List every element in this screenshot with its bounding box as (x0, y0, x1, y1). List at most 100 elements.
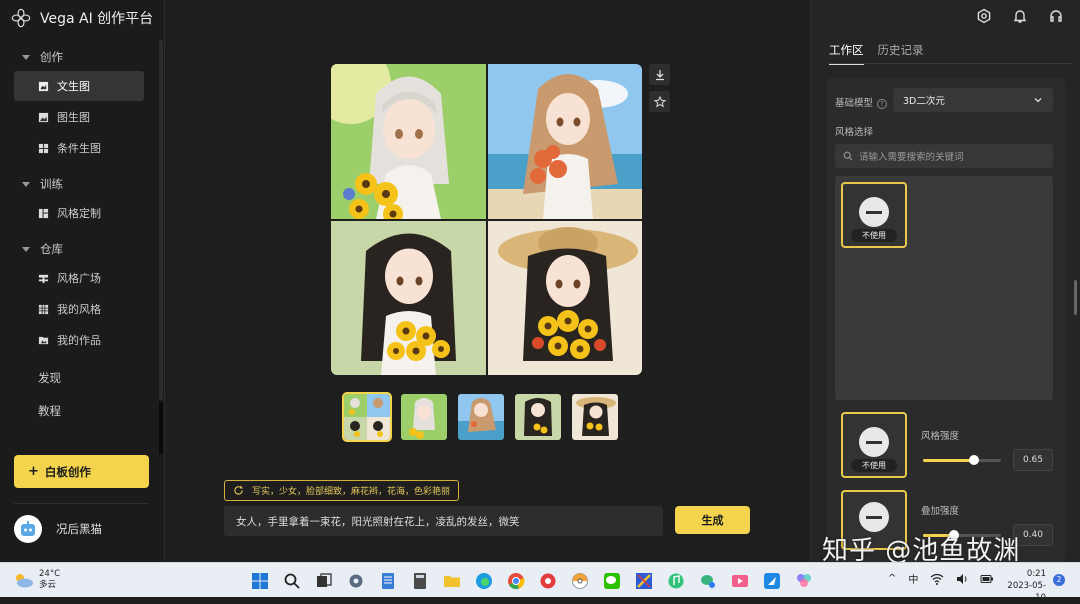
user-name: 况后黑猫 (56, 522, 102, 536)
sidebar-item-conditional[interactable]: 条件生图 (14, 133, 144, 163)
wechat-icon[interactable] (600, 569, 623, 592)
chrome-icon[interactable] (504, 569, 527, 592)
result-image-3[interactable] (331, 220, 486, 375)
settings-hex-icon[interactable] (976, 8, 992, 24)
generate-button[interactable]: 生成 (675, 506, 750, 534)
brand-name: Vega AI 创作平台 (40, 11, 154, 27)
no-entry-icon (859, 427, 889, 457)
right-panel: 工作区 历史记录 基础模型? 3D二次元 风格选择 请输入需要搜索的关键词 不使… (810, 0, 1080, 562)
wechat-work-icon[interactable] (696, 569, 719, 592)
panel-tabs: 工作区 历史记录 (829, 42, 924, 65)
thumbnail-4[interactable] (572, 394, 618, 440)
thumbnail-3[interactable] (515, 394, 561, 440)
taskbar: 24°C 多云 ^ 中 0:21 2023-05-10 2 (0, 562, 1080, 603)
result-image-2[interactable] (487, 64, 642, 219)
settings-icon[interactable] (344, 569, 367, 592)
sidebar-item-label: 条件生图 (57, 142, 101, 155)
brand[interactable]: Vega AI 创作平台 (10, 6, 153, 30)
sidebar-item-style-custom[interactable]: 风格定制 (14, 198, 144, 228)
sidebar-item-label: 图生图 (57, 111, 90, 124)
video-app-icon[interactable] (728, 569, 751, 592)
base-model-label: 基础模型? (835, 95, 888, 109)
panel-scrollbar[interactable] (1074, 280, 1077, 315)
calculator-icon[interactable] (408, 569, 431, 592)
thumbnail-2[interactable] (458, 394, 504, 440)
task-view-icon[interactable] (312, 569, 335, 592)
top-icons (976, 8, 1064, 24)
thumbnail-image (572, 394, 618, 440)
weather-widget[interactable]: 24°C 多云 (12, 569, 60, 591)
thumbnail-1[interactable] (401, 394, 447, 440)
download-button[interactable] (649, 64, 670, 85)
style-tags[interactable]: 写实，少女，脸部细致，麻花辫，花海，色彩艳丽 (224, 480, 460, 501)
music-app-icon[interactable] (664, 569, 687, 592)
chevron-up-icon[interactable]: ^ (888, 573, 896, 584)
style-search-placeholder: 请输入需要搜索的关键词 (859, 152, 964, 163)
sidebar-item-text-to-image[interactable]: 文生图 (14, 71, 144, 101)
group-repo[interactable]: 仓库 (0, 236, 160, 262)
sidebar-item-image-to-image[interactable]: 图生图 (14, 102, 144, 132)
file-explorer-icon[interactable] (440, 569, 463, 592)
no-entry-icon (859, 197, 889, 227)
style-option-none[interactable]: 不使用 (841, 182, 907, 248)
notepad-icon[interactable] (376, 569, 399, 592)
whiteboard-create-button[interactable]: + 白板创作 (14, 455, 149, 488)
base-model-select[interactable]: 3D二次元 (893, 88, 1053, 112)
plus-icon: + (28, 464, 39, 479)
style-strength-label: 风格强度 (921, 431, 960, 442)
style-strength-preview[interactable]: 不使用 (841, 412, 907, 478)
volume-icon[interactable] (956, 573, 968, 585)
favorite-button[interactable] (649, 91, 670, 112)
image-icon (38, 81, 49, 91)
headset-icon[interactable] (1048, 8, 1064, 24)
slider-knob[interactable] (968, 455, 979, 465)
group-create[interactable]: 创作 (0, 44, 160, 70)
ime-indicator[interactable]: 中 (908, 571, 918, 586)
notification-badge[interactable]: 2 (1053, 574, 1065, 586)
result-image-grid[interactable] (331, 64, 642, 375)
robot-avatar-icon (21, 521, 35, 536)
sidebar-scrollbar-track[interactable] (159, 40, 163, 400)
bell-icon[interactable] (1012, 8, 1028, 24)
tab-history[interactable]: 历史记录 (878, 42, 924, 65)
pokeball-icon[interactable] (568, 569, 591, 592)
style-search-input[interactable]: 请输入需要搜索的关键词 (835, 144, 1053, 168)
wifi-icon[interactable] (930, 573, 944, 585)
weather-condition: 多云 (39, 580, 57, 590)
result-image-1[interactable] (331, 64, 486, 219)
style-strength-slider[interactable] (923, 455, 1001, 465)
workspace-panel: 基础模型? 3D二次元 风格选择 请输入需要搜索的关键词 不使用 不使用 风格强… (827, 78, 1065, 562)
sidebar-item-label: 风格定制 (57, 207, 101, 220)
sidebar-item-tutorial[interactable]: 教程 (0, 394, 160, 427)
sidebar-item-my-styles[interactable]: 我的风格 (14, 294, 144, 324)
sidebar-item-discover[interactable]: 发现 (0, 361, 160, 394)
red-app-icon[interactable] (536, 569, 559, 592)
result-image-4[interactable] (487, 220, 642, 375)
style-strength-preview-label: 不使用 (851, 459, 897, 472)
sidebar-nav: 创作 文生图 图生图 条件生图 训练 风格定制 仓库 风格广场 我的风格 我的作… (0, 44, 160, 427)
divider (14, 503, 149, 504)
search-icon[interactable] (280, 569, 303, 592)
clock[interactable]: 0:21 2023-05-10 (998, 568, 1046, 604)
battery-icon[interactable] (980, 573, 994, 585)
grid-icon (38, 143, 49, 153)
tab-workspace[interactable]: 工作区 (829, 42, 864, 65)
windows-start-icon[interactable] (248, 569, 271, 592)
prompt-input[interactable]: 女人，手里拿着一束花，阳光照射在花上，凌乱的发丝，微笑 (224, 506, 663, 536)
sidebar-item-my-works[interactable]: 我的作品 (14, 325, 144, 355)
clock-time: 0:21 (1026, 569, 1046, 579)
feishu-icon[interactable] (760, 569, 783, 592)
drawing-app-icon[interactable] (632, 569, 655, 592)
user-profile[interactable]: 况后黑猫 (14, 515, 102, 543)
thumbnail-image (401, 394, 447, 440)
picture-icon (38, 112, 49, 122)
group-train[interactable]: 训练 (0, 171, 160, 197)
edge-icon[interactable] (472, 569, 495, 592)
sidebar-scrollbar-thumb[interactable] (159, 402, 163, 454)
sidebar-item-label: 文生图 (57, 80, 90, 93)
help-icon[interactable]: ? (877, 98, 888, 109)
thumbnail-grid[interactable] (342, 392, 392, 442)
style-strength-value[interactable]: 0.65 (1013, 449, 1053, 471)
vega-app-icon[interactable] (792, 569, 815, 592)
sidebar-item-style-square[interactable]: 风格广场 (14, 263, 144, 293)
